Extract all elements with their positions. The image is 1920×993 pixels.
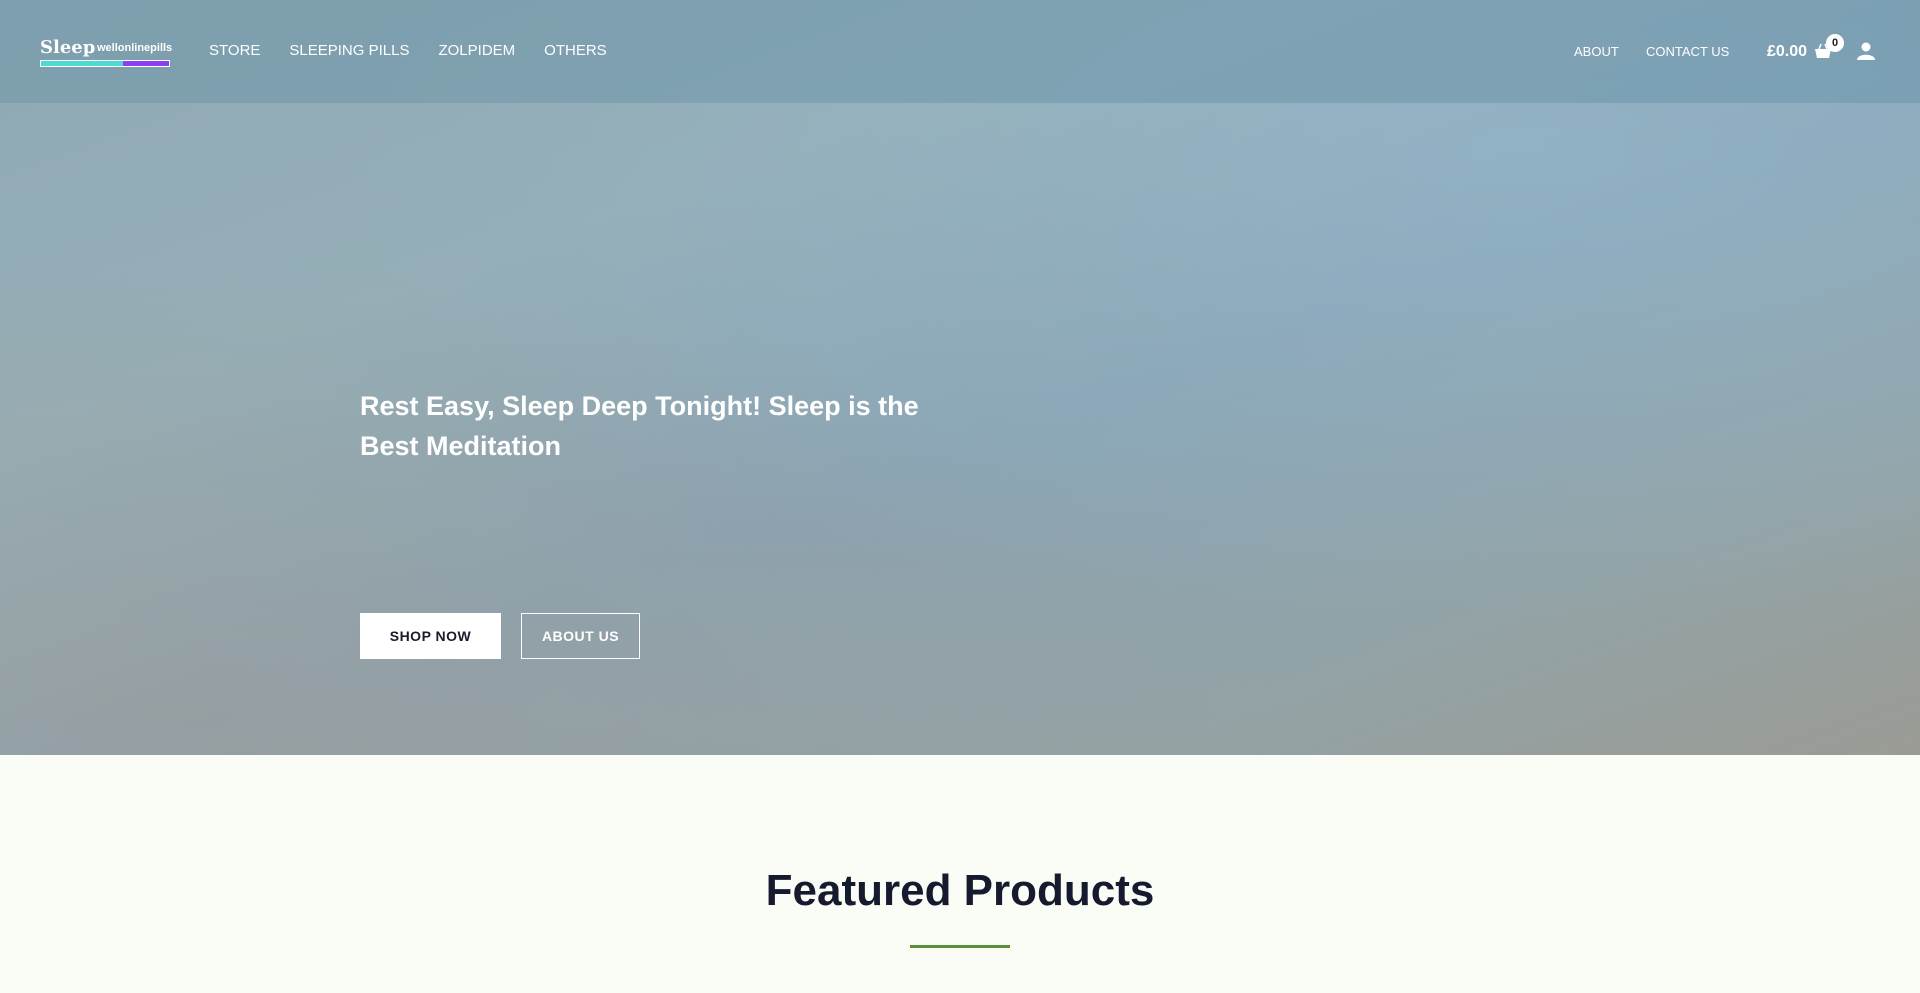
cart-count-badge: 0 bbox=[1826, 34, 1844, 52]
featured-products-title: Featured Products bbox=[765, 866, 1155, 915]
nav-item-others[interactable]: OTHERS bbox=[544, 41, 607, 61]
logo-bar bbox=[40, 60, 170, 67]
logo-subtitle: wellonlinepills bbox=[97, 42, 173, 54]
hero-banner: Sleep wellonlinepills STORE SLEEPING PIL… bbox=[0, 0, 1920, 755]
hero-background bbox=[0, 0, 1920, 755]
shop-now-button[interactable]: SHOP NOW bbox=[360, 613, 501, 659]
nav-item-contact-us[interactable]: CONTACT US bbox=[1646, 43, 1729, 61]
main-navigation: STORE SLEEPING PILLS ZOLPIDEM OTHERS bbox=[209, 41, 636, 61]
section-divider bbox=[910, 945, 1010, 948]
nav-item-store[interactable]: STORE bbox=[209, 41, 260, 61]
about-us-button[interactable]: ABOUT US bbox=[521, 613, 640, 659]
secondary-navigation: ABOUT CONTACT US £0.00 0 bbox=[1520, 0, 1920, 103]
user-icon[interactable] bbox=[1856, 41, 1876, 61]
nav-item-zolpidem[interactable]: ZOLPIDEM bbox=[438, 41, 515, 61]
site-header: Sleep wellonlinepills STORE SLEEPING PIL… bbox=[0, 0, 1920, 103]
hero-headline: Rest Easy, Sleep Deep Tonight! Sleep is … bbox=[360, 391, 919, 461]
nav-item-sleeping-pills[interactable]: SLEEPING PILLS bbox=[289, 41, 409, 61]
site-logo[interactable]: Sleep wellonlinepills bbox=[40, 38, 176, 68]
nav-item-about[interactable]: ABOUT bbox=[1574, 43, 1619, 61]
cart-total[interactable]: £0.00 bbox=[1767, 42, 1807, 62]
featured-products-section: Featured Products bbox=[0, 755, 1920, 993]
logo-word: Sleep bbox=[40, 37, 96, 58]
